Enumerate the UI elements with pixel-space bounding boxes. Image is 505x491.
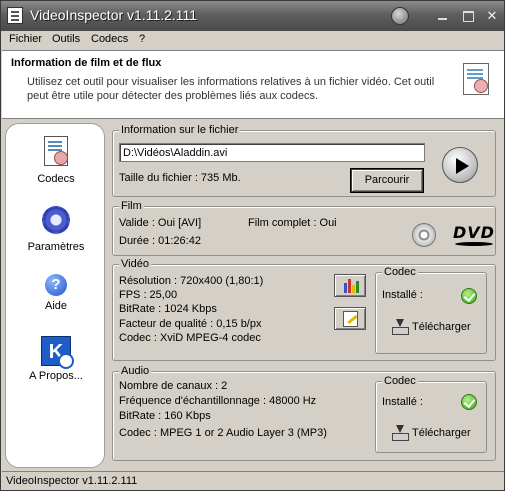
video-download-label: Télécharger: [412, 321, 471, 333]
edit-button[interactable]: [334, 307, 366, 330]
dvd-logo: DVD: [453, 223, 495, 246]
download-icon: [392, 425, 409, 441]
film-complete: Film complet : Oui: [248, 217, 337, 229]
status-bar: VideoInspector v1.11.2.111: [2, 471, 504, 490]
video-codec-box: Codec Installé : Télécharger: [375, 266, 487, 354]
video-legend: Vidéo: [119, 258, 151, 271]
about-icon: K: [41, 336, 74, 369]
skin-orb-icon[interactable]: [391, 7, 409, 25]
check-icon: [461, 394, 477, 410]
sidebar-item-a-propos[interactable]: K A Propos...: [6, 336, 106, 382]
file-info-legend: Information sur le fichier: [119, 124, 241, 137]
download-icon: [392, 319, 409, 335]
audio-download-label: Télécharger: [412, 427, 471, 439]
gear-icon: [42, 206, 70, 234]
film-duration: Durée : 01:26:42: [119, 235, 201, 247]
title-bar[interactable]: VideoInspector v1.11.2.111 ✕: [1, 1, 504, 31]
audio-codec-installed: Installé :: [382, 396, 423, 408]
menu-codecs[interactable]: Codecs: [91, 33, 128, 45]
minimize-button[interactable]: [434, 7, 452, 24]
header-section: Information de film et de flux Utilisez …: [2, 50, 504, 119]
check-icon: [461, 288, 477, 304]
file-path-input[interactable]: [119, 143, 425, 162]
sidebar-item-codecs[interactable]: Codecs: [6, 136, 106, 185]
film-valid: Valide : Oui [AVI]: [119, 217, 202, 229]
sidebar-item-parametres[interactable]: Paramètres: [6, 206, 106, 253]
video-codec: Codec : XviD MPEG-4 codec: [119, 332, 261, 344]
document-icon: [463, 63, 489, 95]
chart-icon: [344, 279, 359, 293]
menu-fichier[interactable]: Fichier: [9, 33, 42, 45]
video-resolution: Résolution : 720x400 (1,80:1): [119, 275, 264, 287]
menu-help[interactable]: ?: [139, 33, 145, 45]
close-button[interactable]: ✕: [483, 7, 501, 24]
header-description: Utilisez cet outil pour visualiser les i…: [27, 76, 435, 102]
audio-channels: Nombre de canaux : 2: [119, 380, 228, 392]
video-quality: Facteur de qualité : 0,15 b/px: [119, 318, 262, 330]
video-panel: Vidéo Résolution : 720x400 (1,80:1) FPS …: [112, 258, 496, 361]
audio-sampling: Fréquence d'échantillonnage : 48000 Hz: [119, 395, 317, 407]
film-legend: Film: [119, 200, 144, 213]
status-text: VideoInspector v1.11.2.111: [6, 475, 138, 487]
video-download-button[interactable]: Télécharger: [392, 318, 484, 338]
sidebar-item-label: Paramètres: [27, 241, 85, 253]
audio-codec: Codec : MPEG 1 or 2 Audio Layer 3 (MP3): [119, 427, 327, 439]
header-title: Information de film et de flux: [11, 57, 162, 69]
sidebar-item-label: A Propos...: [29, 370, 83, 382]
app-icon: [7, 7, 23, 24]
video-fps: FPS : 25,00: [119, 289, 178, 301]
sidebar-item-label: Codecs: [37, 173, 75, 185]
sidebar-item-aide[interactable]: ? Aide: [6, 274, 106, 312]
codecs-icon: [44, 136, 68, 166]
maximize-button[interactable]: [459, 7, 477, 24]
edit-icon: [343, 311, 358, 327]
film-panel: Film Valide : Oui [AVI] Film complet : O…: [112, 200, 496, 256]
audio-download-button[interactable]: Télécharger: [392, 424, 484, 444]
audio-bitrate: BitRate : 160 Kbps: [119, 410, 211, 422]
file-info-panel: Information sur le fichier Taille du fic…: [112, 124, 496, 197]
audio-legend: Audio: [119, 365, 152, 378]
audio-codec-legend: Codec: [382, 375, 418, 388]
cd-icon: [412, 223, 436, 247]
file-size: Taille du fichier : 735 Mb.: [119, 172, 241, 184]
audio-codec-box: Codec Installé : Télécharger: [375, 375, 487, 453]
sidebar-item-label: Aide: [44, 300, 68, 312]
main-window: VideoInspector v1.11.2.111 ✕ Fichier Out…: [0, 0, 505, 491]
browse-button[interactable]: Parcourir: [350, 168, 424, 193]
video-codec-installed: Installé :: [382, 289, 423, 301]
help-icon: ?: [45, 274, 67, 296]
window-title: VideoInspector v1.11.2.111: [30, 7, 198, 23]
video-bitrate: BitRate : 1024 Kbps: [119, 303, 217, 315]
menu-outils[interactable]: Outils: [52, 33, 80, 45]
audio-panel: Audio Nombre de canaux : 2 Fréquence d'é…: [112, 365, 496, 461]
sidebar: Codecs Paramètres ? Aide K A Propos...: [5, 123, 105, 468]
menu-bar: Fichier Outils Codecs ?: [2, 31, 504, 49]
play-icon[interactable]: [442, 147, 478, 183]
video-codec-legend: Codec: [382, 266, 418, 279]
stats-button[interactable]: [334, 274, 366, 297]
